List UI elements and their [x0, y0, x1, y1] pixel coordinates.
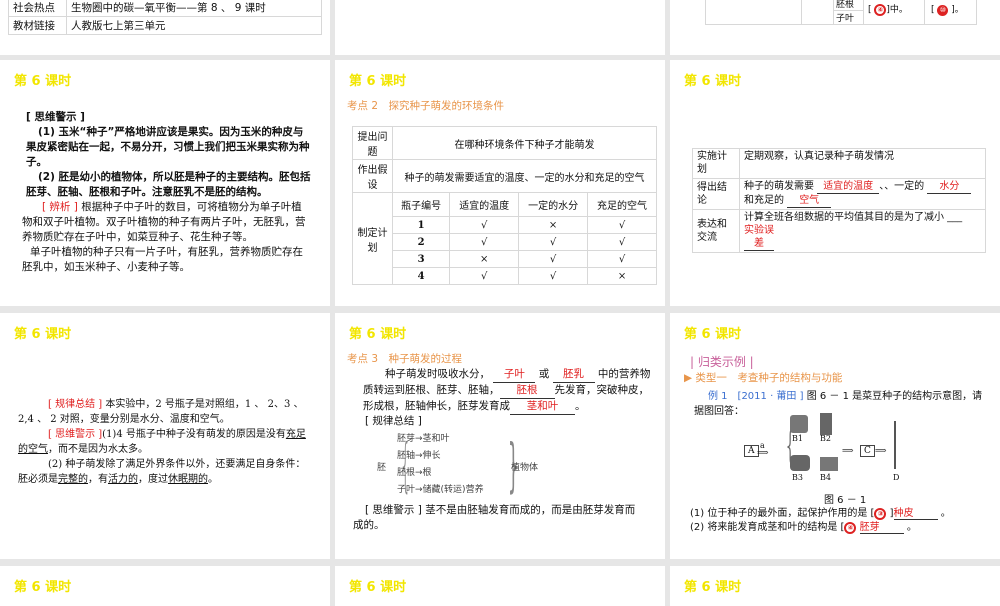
cell: 社会热点: [8, 0, 67, 17]
table-row: 4 √ √ ×: [353, 267, 657, 285]
cell: 子叶: [836, 14, 855, 24]
slide-title: 第 6 课时: [684, 327, 742, 342]
process-text: 种子萌发时吸收水分， 子叶 或 胚乳 中的营养物质转运到胚根、胚芽、胚轴， 胚根先…: [363, 367, 653, 415]
cell: 在哪种环境条件下种子才能萌发: [392, 126, 657, 160]
cell: 提出问题: [352, 126, 393, 160]
table-row: 3 × √ √: [353, 250, 657, 268]
slide-example: 第 6 课时 | 归类示例 | ▶ 类型一 考查种子的结构与功能 例 1 [20…: [670, 313, 1000, 559]
cell: 计算全班各组数据的平均值其目的是为了减小 ___ 实验误差: [739, 209, 986, 253]
structure-table: 胚根 子叶 [ ④]中。 [ ⑩ ]。: [705, 0, 977, 25]
header: 适宜的温度: [449, 192, 520, 217]
type-heading: ▶ 类型一 考查种子的结构与功能: [684, 372, 843, 384]
cell: 得出结论: [692, 178, 740, 210]
question-2: (2) 将来能发育成茎和叶的结构是 [④ 胚芽 。: [690, 518, 917, 534]
section-heading: 考点 3 种子萌发的过程: [347, 353, 463, 365]
cell: 实施计划: [692, 148, 740, 179]
header: 一定的水分: [518, 192, 589, 217]
slide-bottom-right: 第 6 课时: [670, 566, 1000, 606]
info-table: 社会热点 生物圈中的碳—氧平衡——第 8 、 9 课时 教材链接 人教版七上第三单元: [8, 0, 322, 35]
cell: 作出假设: [352, 159, 393, 193]
slide-summary: 第 6 课时 [ 规律总结 ] 本实验中，2 号瓶子是对照组，1 、 2、3 、…: [0, 313, 330, 559]
slide-experiment-table: 第 6 课时 考点 2 探究种子萌发的环境条件 提出问题 在哪种环境条件下种子才能…: [335, 60, 665, 306]
note: (2) 胚是幼小的植物体，所以胚是种子的主要结构。胚包括胚芽、胚轴、胚根和子叶。…: [26, 171, 311, 198]
seed-figure: A a ⟹ { B1 B2 B3 B4 ⟹ C ⟹ D: [742, 413, 922, 493]
experiment-table: 提出问题 在哪种环境条件下种子才能萌发 作出假设 种子的萌发需要适宜的温度、一定的水…: [352, 126, 657, 285]
slide-bottom-mid: 第 6 课时: [335, 566, 665, 606]
slide-title: 第 6 课时: [14, 74, 72, 89]
text: 单子叶植物的种子只有一片子叶，有胚乳，营养物质贮存在胚乳中，如玉米种子、小麦种子…: [22, 246, 303, 273]
cell: 生物圈中的碳—氧平衡——第 8 、 9 课时: [66, 0, 322, 17]
notes: [ 思维警示 ] (1) 玉米“种子”严格地讲应该是果实。因为玉米的种皮与果皮紧…: [26, 110, 311, 200]
cell: 教材链接: [8, 16, 67, 35]
note: (1) 玉米“种子”严格地讲应该是果实。因为玉米的种皮与果皮紧密贴在一起，不易分…: [26, 126, 310, 168]
label: [ 辨析 ]: [42, 201, 78, 213]
answer-2: [ ⑩ ]。: [931, 5, 964, 16]
section-heading: | 归类示例 |: [690, 355, 754, 369]
branch: 子叶→储藏(转运)营养: [397, 485, 484, 495]
slide-title: 第 6 课时: [684, 74, 742, 89]
slide-bottom-left: 第 6 课时: [0, 566, 330, 606]
header: 瓶子编号: [391, 192, 451, 217]
slide-title: 第 6 课时: [349, 580, 407, 595]
slide-top-mid: [335, 0, 665, 55]
cell: 制定计划: [352, 192, 393, 285]
cell: 种子的萌发需要 适宜的温度 、、一定的 水分 和充足的 空气: [739, 178, 986, 210]
branch: 胚芽→茎和叶: [397, 434, 450, 444]
label: [ 规律总结 ]: [365, 415, 422, 427]
warning: [ 思维警示 ] 茎不是由胚轴发育而成的，而是由胚芽发育而成的。: [353, 504, 636, 531]
slide-title: 第 6 课时: [349, 74, 407, 89]
cell: 定期观察，认真记录种子萌发情况: [739, 148, 986, 179]
slide-title: 第 6 课时: [684, 580, 742, 595]
conclusion-table: 实施计划 定期观察，认真记录种子萌发情况 得出结论 种子的萌发需要 适宜的温度 、、一…: [692, 148, 986, 253]
summary-text: [ 规律总结 ] 本实验中，2 号瓶子是对照组，1 、 2、3 、2,4 、 2…: [18, 399, 306, 485]
embryo-diagram: 胚 { 胚芽→茎和叶 胚轴→伸长 胚根→根 子叶→储藏(转运)营养 } 植物体: [377, 431, 539, 499]
slide-top-left: 社会热点 生物圈中的碳—氧平衡——第 8 、 9 课时 教材链接 人教版七上第三单元: [0, 0, 330, 55]
answer-1: [ ④]中。: [868, 4, 908, 16]
slide-title: 第 6 课时: [349, 327, 407, 342]
slide-germination-process: 第 6 课时 考点 3 种子萌发的过程 种子萌发时吸收水分， 子叶 或 胚乳 中…: [335, 313, 665, 559]
analysis: [ 辨析 ] 根据种子中子叶的数目，可将植物分为单子叶植物和双子叶植物。双子叶植…: [22, 200, 312, 275]
slide-title: 第 6 课时: [14, 580, 72, 595]
slide-title: 第 6 课时: [14, 327, 72, 342]
slide-top-right: 胚根 子叶 [ ④]中。 [ ⑩ ]。: [670, 0, 1000, 55]
cell: 种子的萌发需要适宜的温度、一定的水分和充足的空气: [392, 159, 657, 193]
cell: 人教版七上第三单元: [66, 16, 322, 35]
branch: 胚轴→伸长: [397, 451, 441, 461]
cell: 胚根: [836, 0, 855, 10]
slide-experiment-conclusion: 第 6 课时 实施计划 定期观察，认真记录种子萌发情况 得出结论 种子的萌发需要 适…: [670, 60, 1000, 306]
table-row: 2 √ √ √: [353, 233, 657, 251]
branch: 胚根→根: [397, 468, 432, 478]
table-row: 1 √ × √: [353, 216, 657, 234]
header: 充足的空气: [587, 192, 657, 217]
cell: 表达和交流: [692, 209, 740, 253]
slide-seed-notes: 第 6 课时 [ 思维警示 ] (1) 玉米“种子”严格地讲应该是果实。因为玉米…: [0, 60, 330, 306]
result: 植物体: [511, 463, 539, 473]
section-heading: 考点 2 探究种子萌发的环境条件: [347, 100, 505, 112]
label: [ 思维警示 ]: [26, 111, 85, 123]
